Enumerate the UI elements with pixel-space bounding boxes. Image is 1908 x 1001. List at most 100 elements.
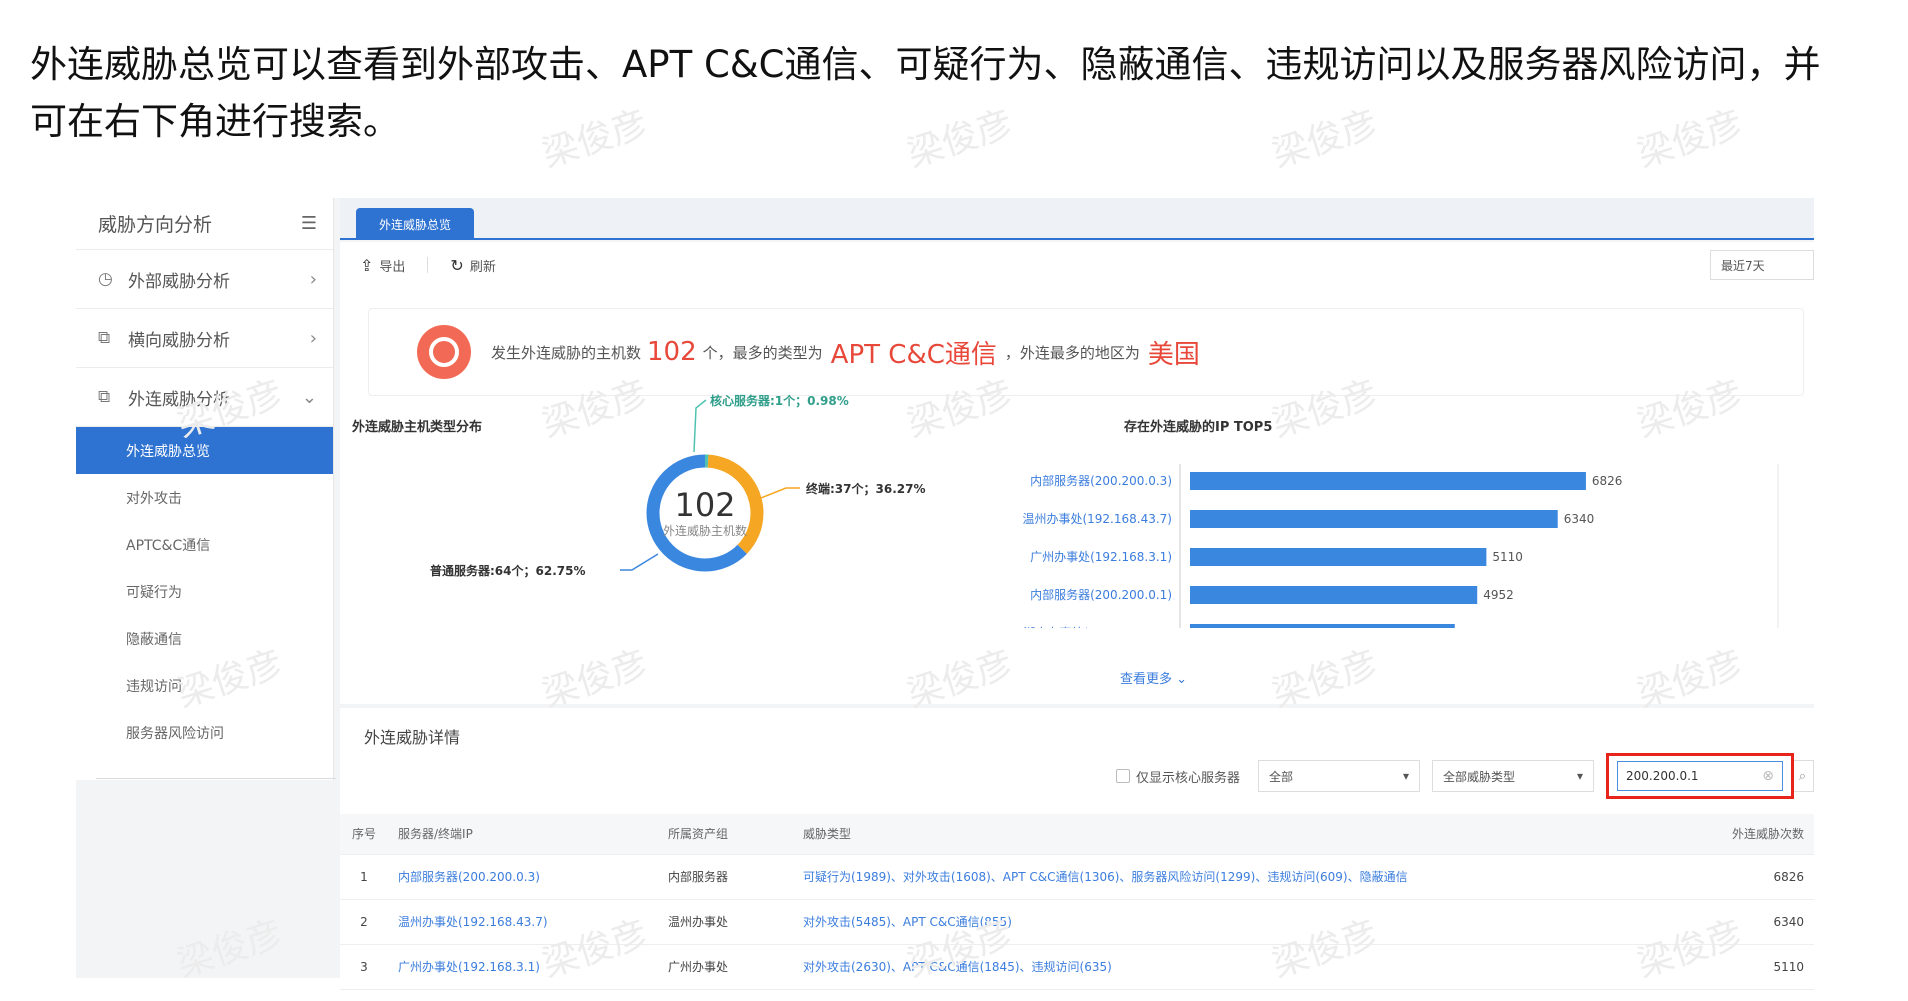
sidebar-group-lateral[interactable]: ⧉ 横向威胁分析 › — [76, 309, 333, 368]
details-table: 序号 服务器/终端IP 所属资产组 威胁类型 外连威胁次数 1 内部服务器(20… — [340, 814, 1814, 990]
bar-category-label[interactable]: 内部服务器(200.200.0.3) — [1030, 473, 1172, 488]
search-highlight: 200.200.0.1 ⊗ — [1606, 753, 1794, 799]
sidebar-group-label: 外连威胁分析 — [128, 389, 230, 410]
sidebar-title: 威胁方向分析 — [98, 214, 213, 236]
bar[interactable] — [1190, 548, 1487, 566]
top5-bar-chart: 内部服务器(200.200.0.3) 6826 温州办事处(192.168.43.7… — [1022, 464, 1779, 628]
cell-ip[interactable]: 广州办事处(192.168.3.1) — [388, 944, 658, 990]
cell-count: 6340 — [1634, 899, 1814, 945]
sidebar-item-apt[interactable]: APTC&C通信 — [76, 521, 333, 568]
overview-panel: 发生外连威胁的主机数 102 个，最多的类型为 APT C&C通信 ，外连最多的… — [340, 288, 1814, 704]
chevron-right-icon: › — [309, 327, 317, 349]
main-area: 外连威胁总览 ⇪ 导出 ↻ 刷新 最近7天 发生外连威胁的主机数 102 个，最… — [340, 198, 1814, 990]
app-window: 威胁方向分析 ☰ ◷ 外部威胁分析 › ⧉ 横向威胁分析 › ⧉ 外连威胁分析 … — [76, 198, 1814, 990]
bar-value-label: 5110 — [1492, 550, 1523, 564]
checkbox-box — [1115, 769, 1130, 783]
checkbox-label: 仅显示核心服务器 — [1135, 770, 1240, 786]
sidebar-group-outbound[interactable]: ⧉ 外连威胁分析 ⌄ — [76, 368, 333, 427]
donut-label-core: 核心服务器:1个；0.98% — [710, 394, 849, 408]
bar[interactable] — [1190, 624, 1455, 628]
cell-count: 5110 — [1634, 944, 1814, 990]
table-header-row: 序号 服务器/终端IP 所属资产组 威胁类型 外连威胁次数 — [340, 814, 1814, 855]
bar-category-label[interactable]: 温州办事处(192.168.43.7) — [1022, 511, 1172, 526]
cell-threat-type[interactable]: 对外攻击(2630)、APT C&C通信(1845)、违规访问(635) — [793, 944, 1634, 990]
refresh-button[interactable]: ↻ 刷新 — [450, 256, 495, 275]
sidebar-divider — [96, 778, 336, 779]
sidebar-group-external[interactable]: ◷ 外部威胁分析 › — [76, 250, 333, 309]
col-index: 序号 — [340, 814, 388, 855]
search-icon[interactable]: ⌕ — [1792, 760, 1814, 792]
clock-icon: ◷ — [98, 269, 113, 289]
cell-ip[interactable]: 温州办事处(192.168.43.7) — [388, 899, 658, 945]
sidebar-item-suspicious[interactable]: 可疑行为 — [76, 568, 333, 615]
sidebar: 威胁方向分析 ☰ ◷ 外部威胁分析 › ⧉ 横向威胁分析 › ⧉ 外连威胁分析 … — [76, 198, 334, 780]
asset-group-select[interactable]: 全部 ▾ — [1258, 760, 1420, 792]
chevron-right-icon: › — [309, 268, 317, 290]
cell-group: 温州办事处 — [658, 899, 793, 945]
details-panel: 外连威胁详情 仅显示核心服务器 全部 ▾ 全部威胁类型 ▾ 200.200.0.… — [340, 708, 1814, 990]
col-group: 所属资产组 — [658, 814, 793, 855]
core-server-checkbox[interactable]: 仅显示核心服务器 — [1115, 767, 1240, 786]
col-threat-type[interactable]: 威胁类型 — [793, 814, 1634, 855]
bar-value-label: 4565 — [1461, 626, 1492, 628]
bar[interactable] — [1190, 472, 1586, 490]
page-caption: 外连威胁总览可以查看到外部攻击、APT C&C通信、可疑行为、隐蔽通信、违规访问… — [30, 43, 1821, 143]
col-count[interactable]: 外连威胁次数 — [1634, 814, 1814, 855]
tab-bar: 外连威胁总览 — [340, 198, 1814, 240]
time-range-select[interactable]: 最近7天 — [1710, 250, 1814, 280]
refresh-icon: ↻ — [450, 255, 464, 275]
bar[interactable] — [1190, 510, 1558, 528]
bar-category-label[interactable]: 广州办事处(192.168.3.1) — [1030, 549, 1172, 564]
cell-index: 1 — [340, 854, 388, 900]
sidebar-group-label: 外部威胁分析 — [128, 271, 230, 292]
network-icon: ⧉ — [98, 387, 111, 407]
clear-icon[interactable]: ⊗ — [1762, 768, 1774, 784]
sidebar-header: 威胁方向分析 ☰ — [76, 198, 333, 250]
cell-threat-type[interactable]: 对外攻击(5485)、APT C&C通信(855) — [793, 899, 1634, 945]
sidebar-item-attack[interactable]: 对外攻击 — [76, 474, 333, 521]
sidebar-group-label: 横向威胁分析 — [128, 330, 230, 351]
export-icon: ⇪ — [360, 255, 374, 275]
select-value: 全部威胁类型 — [1443, 769, 1516, 784]
view-more-link[interactable]: 查看更多 ⌄ — [1120, 668, 1187, 687]
threat-type-select[interactable]: 全部威胁类型 ▾ — [1432, 760, 1594, 792]
tab-overview[interactable]: 外连威胁总览 — [356, 208, 474, 240]
cell-group: 广州办事处 — [658, 944, 793, 990]
toolbar: ⇪ 导出 ↻ 刷新 最近7天 — [340, 242, 1814, 288]
sidebar-item-covert[interactable]: 隐蔽通信 — [76, 615, 333, 662]
cell-group: 内部服务器 — [658, 854, 793, 900]
network-icon: ⧉ — [98, 328, 111, 348]
bar-value-label: 4952 — [1483, 588, 1514, 602]
table-row: 2 温州办事处(192.168.43.7) 温州办事处 对外攻击(5485)、A… — [340, 899, 1814, 945]
sidebar-item-violation[interactable]: 违规访问 — [76, 662, 333, 709]
donut-label-server: 普通服务器:64个；62.75% — [430, 564, 586, 578]
bar-category-label[interactable]: 内部服务器(200.200.0.1) — [1030, 587, 1172, 602]
cell-ip[interactable]: 内部服务器(200.200.0.3) — [388, 854, 658, 900]
search-input[interactable]: 200.200.0.1 ⊗ — [1617, 761, 1783, 791]
export-button[interactable]: ⇪ 导出 — [360, 256, 405, 275]
donut-label-terminal: 终端:37个；36.27% — [806, 482, 926, 496]
cell-threat-type[interactable]: 可疑行为(1989)、对外攻击(1608)、APT C&C通信(1306)、服务… — [793, 854, 1634, 900]
sidebar-item-overview[interactable]: 外连威胁总览 — [76, 427, 333, 474]
details-title: 外连威胁详情 — [364, 728, 461, 747]
sidebar-item-server-risk[interactable]: 服务器风险访问 — [76, 709, 333, 756]
filter-bar: 仅显示核心服务器 全部 ▾ 全部威胁类型 ▾ 200.200.0.1 ⊗ ⌕ — [1115, 753, 1814, 799]
bar-value-label: 6340 — [1564, 512, 1595, 526]
cell-count: 6826 — [1634, 854, 1814, 900]
bar[interactable] — [1190, 586, 1478, 604]
table-row: 3 广州办事处(192.168.3.1) 广州办事处 对外攻击(2630)、AP… — [340, 944, 1814, 990]
bar-value-label: 6826 — [1592, 474, 1623, 488]
chevron-down-icon: ⌄ — [301, 386, 317, 408]
refresh-label: 刷新 — [469, 259, 496, 275]
select-value: 全部 — [1269, 769, 1294, 784]
caret-down-icon: ▾ — [1402, 769, 1409, 783]
cell-index: 3 — [340, 944, 388, 990]
cell-index: 2 — [340, 899, 388, 945]
table-row: 1 内部服务器(200.200.0.3) 内部服务器 可疑行为(1989)、对外… — [340, 854, 1814, 900]
export-label: 导出 — [379, 259, 406, 275]
search-value: 200.200.0.1 — [1626, 769, 1699, 783]
col-ip: 服务器/终端IP — [388, 814, 658, 855]
caret-down-icon: ▾ — [1576, 769, 1583, 783]
bar-category-label[interactable]: 湖南办事处(192.168.19.... — [1023, 625, 1172, 628]
menu-collapse-icon[interactable]: ☰ — [301, 213, 317, 234]
